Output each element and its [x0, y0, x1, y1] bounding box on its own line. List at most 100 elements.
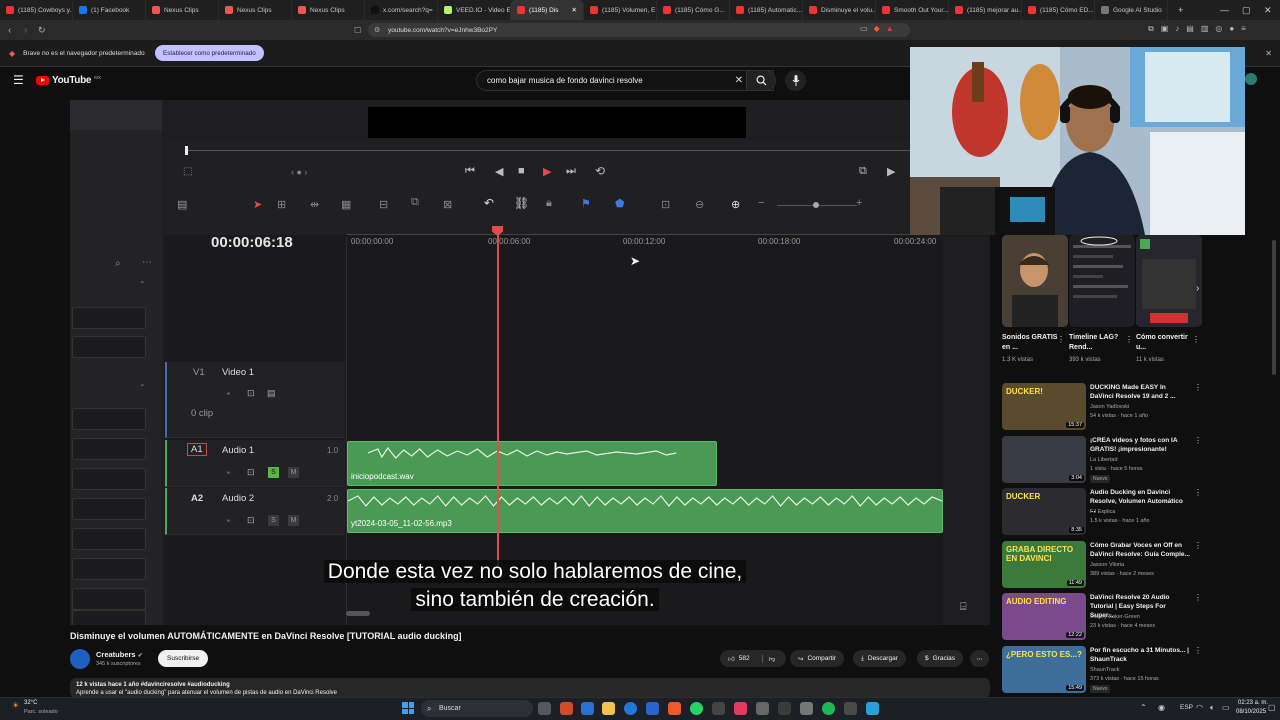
network-icon[interactable]: ◉: [1158, 703, 1165, 712]
weather-desc[interactable]: Parc. soleado: [24, 709, 58, 715]
voice-search-button[interactable]: [785, 70, 806, 91]
search-button[interactable]: [746, 70, 776, 91]
toolbar-icons[interactable]: ⧉ ▣ ♪ ▤ ▥ ◎ ● ≡: [1148, 24, 1278, 36]
video-title[interactable]: Cómo Grabar Voces en Off en DaVinci Reso…: [1090, 541, 1190, 559]
volume-icon[interactable]: 🔈︎: [1210, 703, 1215, 713]
app-icon[interactable]: [734, 702, 747, 715]
reload-icon[interactable]: ↻: [38, 25, 46, 36]
wallet-icon[interactable]: ▣: [1161, 24, 1169, 36]
video-thumbnail[interactable]: GRABA DIRECTO EN DAVINCI 11:49: [1002, 540, 1086, 588]
more-icon[interactable]: ⋮: [1194, 541, 1202, 550]
channel-name[interactable]: Sidney Baker-Green: [1090, 613, 1140, 621]
file-explorer-icon[interactable]: [602, 702, 615, 715]
outlook-icon[interactable]: [646, 702, 659, 715]
like-dislike-buttons[interactable]: 👍︎ 582 👎︎: [720, 650, 786, 667]
tray-overflow-icon[interactable]: ⌃: [1140, 703, 1147, 712]
more-icon[interactable]: ⋮: [1194, 436, 1202, 445]
browser-tab[interactable]: Nexus Clips: [219, 0, 292, 20]
avatar[interactable]: [1245, 73, 1257, 85]
app-icon[interactable]: [712, 702, 725, 715]
more-actions-button[interactable]: ⋯: [970, 650, 989, 667]
shorts-next-icon[interactable]: ›: [1196, 283, 1199, 294]
brave-shield-icon[interactable]: ◆: [874, 24, 880, 36]
browser-tab[interactable]: Disminuye el volu...: [803, 0, 876, 20]
browser-tab[interactable]: Smooth Out Your...: [876, 0, 949, 20]
short-more-icon[interactable]: ⋮: [1125, 335, 1133, 344]
browser-tab[interactable]: (1185) Volumen, E...: [584, 0, 657, 20]
clock-time[interactable]: 02:23 a. m.: [1238, 700, 1268, 706]
channel-name[interactable]: Creatubers ✔: [96, 650, 143, 659]
browser-tab[interactable]: (1185) Dis ✕: [511, 0, 584, 20]
channel-avatar[interactable]: [70, 649, 90, 669]
video-thumbnail[interactable]: AUDIO EDITING 12:22: [1002, 593, 1086, 640]
browser-tab[interactable]: (1185) Cowboys y...: [0, 0, 73, 20]
more-icon[interactable]: ⋮: [1194, 646, 1202, 655]
browser-tab[interactable]: Nexus Clips: [146, 0, 219, 20]
battery-icon[interactable]: ▭: [1222, 703, 1230, 712]
task-view-icon[interactable]: [538, 702, 551, 715]
bookmark-icon[interactable]: ☐: [354, 26, 361, 35]
browser-tab[interactable]: Nexus Clips: [292, 0, 365, 20]
brave-rewards-icon[interactable]: ▲: [886, 24, 894, 36]
extension-icon[interactable]: ⧉: [1148, 24, 1154, 36]
recommended-video[interactable]: DUCKER! 15:37 DUCKING Made EASY In DaVinci…: [1000, 383, 1205, 433]
close-window-icon[interactable]: ✕: [1264, 0, 1272, 20]
language-indicator[interactable]: ESP: [1180, 704, 1193, 711]
browser-tab[interactable]: Google AI Studio: [1095, 0, 1168, 20]
set-default-button[interactable]: Establecer como predeterminado: [155, 45, 264, 61]
weather-temp[interactable]: 32°C: [24, 700, 37, 706]
more-icon[interactable]: ⋮: [1194, 383, 1202, 392]
new-tab-button[interactable]: +: [1178, 0, 1183, 20]
app-icon[interactable]: [756, 702, 769, 715]
browser-tab[interactable]: (1185) Cómo G...: [657, 0, 730, 20]
share-button[interactable]: ↪ Compartir: [790, 650, 844, 667]
app-icon[interactable]: [581, 702, 594, 715]
recommended-video[interactable]: ¿PERO ESTO ES...? 15:49 Por fin escucho a …: [1000, 645, 1205, 696]
more-icon[interactable]: ⋮: [1194, 488, 1202, 497]
youtube-logo[interactable]: YouTube MX: [36, 75, 101, 86]
short-thumbnail[interactable]: [1069, 235, 1135, 327]
browser-tab[interactable]: (1185) mejorar au...: [949, 0, 1022, 20]
weather-icon[interactable]: ☀: [12, 701, 19, 710]
recommended-video[interactable]: AUDIO EDITING 12:22 DaVinci Resolve 20 Aud…: [1000, 593, 1205, 643]
app-icon[interactable]: [778, 702, 791, 715]
video-title[interactable]: DUCKING Made EASY In DaVinci Resolve 19 …: [1090, 383, 1190, 401]
video-thumbnail[interactable]: 3:04: [1002, 435, 1086, 483]
short-thumbnail[interactable]: [1002, 235, 1068, 327]
video-title[interactable]: Por fin escucho a 31 Minutos... | ShaunT…: [1090, 646, 1190, 664]
url-field[interactable]: ⚙ youtube.com/watch?v=eJnhw3Bo2PY: [368, 23, 910, 37]
channel-name[interactable]: FJ Explica: [1090, 508, 1115, 516]
description-box[interactable]: 12 k vistas hace 1 año #davinciresolve #…: [70, 678, 990, 698]
app-icon[interactable]: [800, 702, 813, 715]
page-scrollbar[interactable]: [1272, 240, 1276, 375]
channel-name[interactable]: La Libertad: [1090, 456, 1118, 464]
download-button[interactable]: ⤓ Descargar: [853, 650, 906, 667]
close-infobar-icon[interactable]: ✕: [1265, 49, 1272, 58]
video-title[interactable]: ¡CREA videos y fotos con IA GRATIS! ¡imp…: [1090, 436, 1190, 454]
channel-name[interactable]: Jason Yadlovski: [1090, 403, 1129, 411]
browser-tab[interactable]: (1) Facebook: [73, 0, 146, 20]
music-icon[interactable]: ♪: [1175, 24, 1179, 36]
captions-icon[interactable]: ⌸: [960, 601, 967, 614]
channel-name[interactable]: Jasson Viloria: [1090, 561, 1124, 569]
taskbar-search[interactable]: ⌕ Buscar: [421, 700, 533, 717]
recommended-video[interactable]: DUCKER 8:35 Audio Ducking en Davinci Resol…: [1000, 488, 1205, 538]
browser-tab[interactable]: x.com/search?q=: [365, 0, 438, 20]
wifi-icon[interactable]: ◠: [1196, 703, 1203, 712]
recommended-video[interactable]: 3:04 ¡CREA videos y fotos con IA GRATIS! …: [1000, 435, 1205, 486]
back-icon[interactable]: ‹: [8, 25, 11, 36]
whatsapp-icon[interactable]: [690, 702, 703, 715]
app-icon[interactable]: [844, 702, 857, 715]
profile-icon[interactable]: ●: [1229, 24, 1234, 36]
short-thumbnail[interactable]: [1136, 235, 1202, 327]
short-title[interactable]: Timeline LAG? Rend...: [1069, 333, 1129, 353]
forward-icon[interactable]: ›: [24, 25, 27, 36]
hamburger-menu-icon[interactable]: ☰: [13, 73, 24, 87]
browser-tab[interactable]: (1185) Automatic...: [730, 0, 803, 20]
short-more-icon[interactable]: ⋮: [1057, 335, 1065, 344]
search-input[interactable]: como bajar musica de fondo davinci resol…: [476, 70, 774, 91]
video-thumbnail[interactable]: DUCKER! 15:37: [1002, 383, 1086, 430]
app-icon[interactable]: [866, 702, 879, 715]
short-title[interactable]: Cómo convertir u...: [1136, 333, 1196, 353]
minimize-icon[interactable]: —: [1220, 0, 1229, 20]
